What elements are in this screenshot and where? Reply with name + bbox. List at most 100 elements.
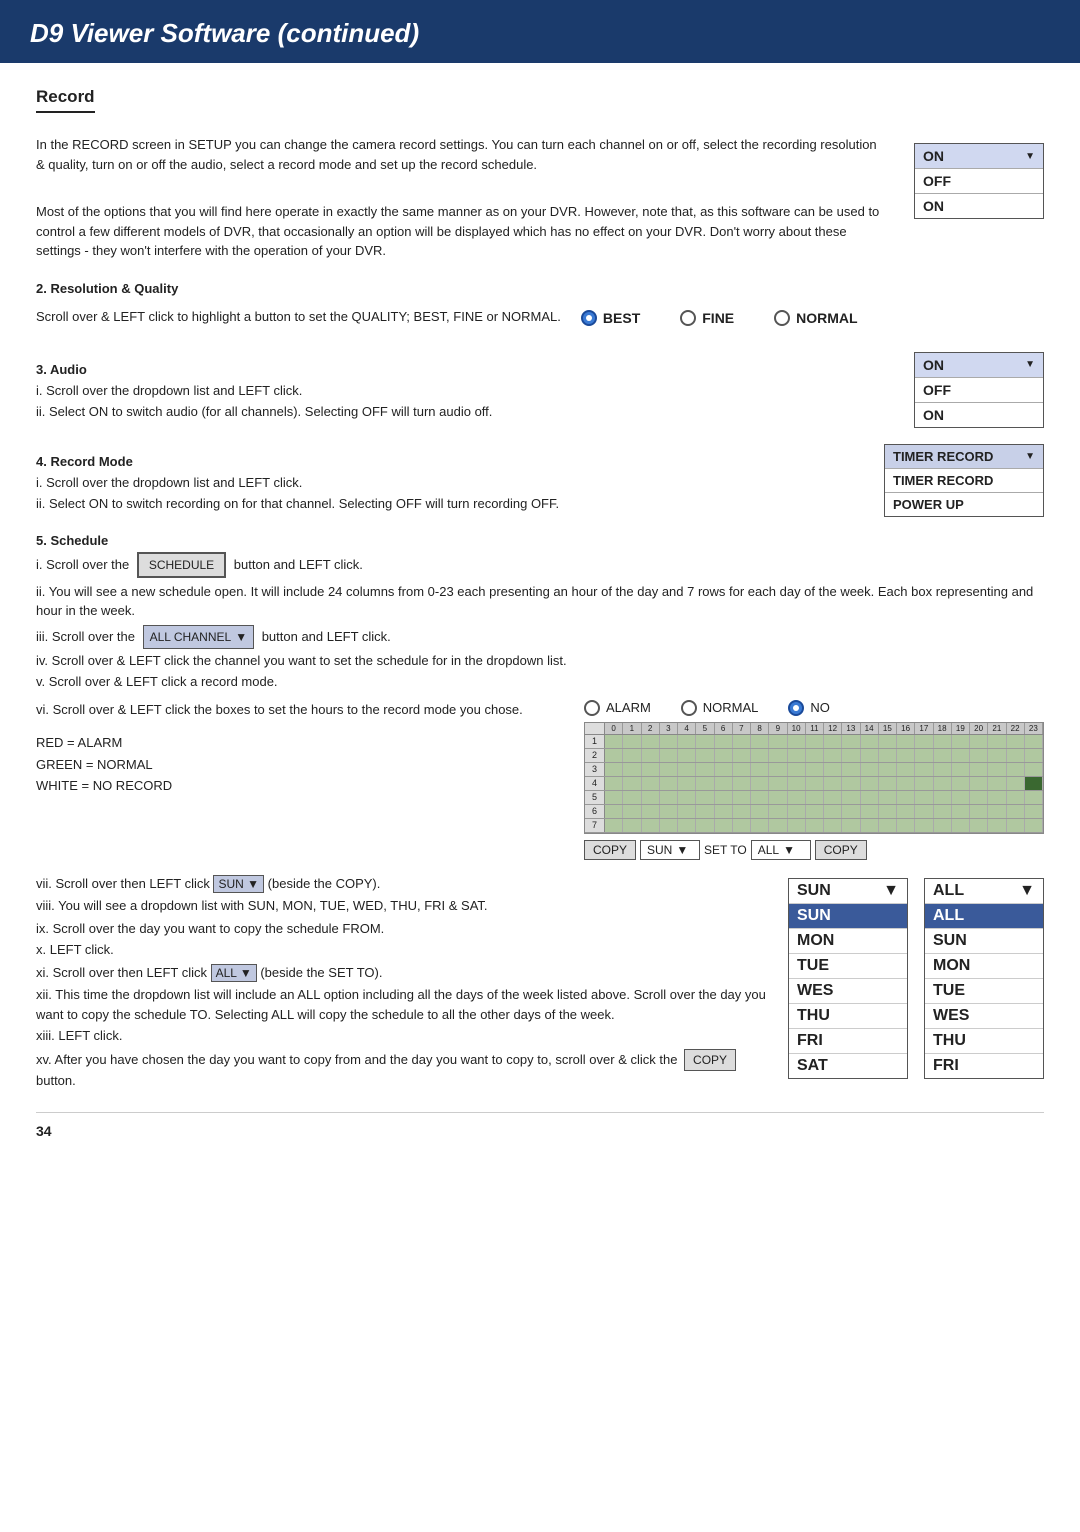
grid-row-2[interactable]: 2 [585,749,1043,763]
page-content: Record In the RECORD screen in SETUP you… [0,63,1080,1169]
hour-20: 20 [970,723,988,734]
quality-best[interactable]: BEST [581,310,640,326]
dropdown-item-on2-1[interactable]: ON [915,194,1043,218]
hour-18: 18 [934,723,952,734]
step5-vii: vii. Scroll over then LEFT click SUN ▼ (… [36,874,768,894]
audio-dropdown[interactable]: ON ▼ OFF ON [914,352,1044,428]
radio-alarm[interactable] [584,700,600,716]
radio-best[interactable] [581,310,597,326]
grid-row-4[interactable]: 4 [585,777,1043,791]
hour-19: 19 [952,723,970,734]
all-select[interactable]: ALL ▼ [751,840,811,860]
step2-text: Scroll over & LEFT click to highlight a … [36,307,561,327]
radio-normal-sched[interactable] [681,700,697,716]
step3-i: i. Scroll over the dropdown list and LEF… [36,381,884,401]
power-up-item[interactable]: POWER UP [885,493,1043,516]
page-number: 34 [36,1112,1044,1139]
step5-xii: xii. This time the dropdown list will in… [36,985,768,1024]
hour-9: 9 [769,723,787,734]
sun-mon[interactable]: MON [789,929,907,954]
hour-23: 23 [1025,723,1043,734]
audio-on[interactable]: ON ▼ [915,353,1043,378]
all-dd-header[interactable]: ALL ▼ [925,879,1043,904]
radio-no[interactable] [788,700,804,716]
quality-options: BEST FINE NORMAL [581,310,858,326]
intro-text-2: Most of the options that you will find h… [36,202,884,261]
hour-15: 15 [879,723,897,734]
all-inline-arrow: ▼ [240,966,252,980]
copy-btn-inline[interactable]: COPY [684,1049,736,1071]
no-option[interactable]: NO [788,700,830,716]
all-channel-arrow: ▼ [235,628,247,646]
schedule-grid-area: ALARM NORMAL NO 0 1 [584,700,1044,860]
step5-viii: viii. You will see a dropdown list with … [36,896,768,916]
timer-record-item2[interactable]: TIMER RECORD [885,469,1043,493]
all-sun[interactable]: SUN [925,929,1043,954]
all-selected[interactable]: ALL [925,904,1043,929]
on-off-dropdown-1[interactable]: ON ▼ OFF ON [914,143,1044,219]
record-mode-dropdown[interactable]: TIMER RECORD ▼ TIMER RECORD POWER UP [884,444,1044,517]
page-title: D9 Viewer Software (continued) [30,18,1050,49]
page-header: D9 Viewer Software (continued) [0,0,1080,63]
hour-8: 8 [751,723,769,734]
radio-fine[interactable] [680,310,696,326]
sun-arrow: ▼ [676,843,688,857]
all-wes[interactable]: WES [925,1004,1043,1029]
step5-v: v. Scroll over & LEFT click a record mod… [36,672,1044,692]
all-dropdown[interactable]: ALL ▼ ALL SUN MON TUE WES THU FRI [924,878,1044,1079]
step2-label: 2. Resolution & Quality [36,281,1044,296]
grid-row-5[interactable]: 5 [585,791,1043,805]
copy-button[interactable]: COPY [584,840,636,860]
dropdown-item-on-1[interactable]: ON ▼ [915,144,1043,169]
step4-label: 4. Record Mode [36,454,854,469]
record-section-title: Record [36,87,95,113]
all-mon[interactable]: MON [925,954,1043,979]
dropdown-item-off-1[interactable]: OFF [915,169,1043,194]
audio-on2[interactable]: ON [915,403,1043,427]
hour-2: 2 [642,723,660,734]
sun-inline[interactable]: SUN ▼ [213,875,264,893]
timer-record-arrow: ▼ [1025,451,1035,462]
all-dd-arrow: ▼ [1019,882,1035,900]
sun-tue[interactable]: TUE [789,954,907,979]
step3-ii: ii. Select ON to switch audio (for all c… [36,402,884,422]
sun-sat[interactable]: SAT [789,1054,907,1078]
schedule-grid[interactable]: 0 1 2 3 4 5 6 7 8 9 10 11 12 13 [584,722,1044,834]
sun-dropdown[interactable]: SUN ▼ SUN MON TUE WES THU FRI SAT [788,878,908,1079]
quality-best-label: BEST [603,310,640,326]
audio-off[interactable]: OFF [915,378,1043,403]
grid-row-1[interactable]: 1 [585,735,1043,749]
all-fri[interactable]: FRI [925,1054,1043,1078]
sun-thu[interactable]: THU [789,1004,907,1029]
timer-record-item[interactable]: TIMER RECORD ▼ [885,445,1043,469]
normal-option[interactable]: NORMAL [681,700,759,716]
hour-4: 4 [678,723,696,734]
hour-0: 0 [605,723,623,734]
all-tue[interactable]: TUE [925,979,1043,1004]
radio-normal[interactable] [774,310,790,326]
all-inline[interactable]: ALL ▼ [211,964,257,982]
step5-xv: xv. After you have chosen the day you wa… [36,1049,768,1091]
grid-row-7[interactable]: 7 [585,819,1043,833]
sun-dd-header[interactable]: SUN ▼ [789,879,907,904]
hour-1: 1 [623,723,641,734]
alarm-label: ALARM [606,700,651,715]
grid-row-3[interactable]: 3 [585,763,1043,777]
sun-fri[interactable]: FRI [789,1029,907,1054]
quality-normal[interactable]: NORMAL [774,310,857,326]
legend-white: WHITE = NO RECORD [36,776,564,796]
sun-selected[interactable]: SUN [789,904,907,929]
sun-wes[interactable]: WES [789,979,907,1004]
all-thu[interactable]: THU [925,1029,1043,1054]
audio-arrow: ▼ [1025,359,1035,370]
schedule-button[interactable]: SCHEDULE [137,552,226,578]
all-channel-button[interactable]: ALL CHANNEL ▼ [143,625,254,649]
legend-green: GREEN = NORMAL [36,755,564,775]
quality-fine[interactable]: FINE [680,310,734,326]
step5-iii: iii. Scroll over the ALL CHANNEL ▼ butto… [36,625,1044,649]
grid-row-6[interactable]: 6 [585,805,1043,819]
alarm-option[interactable]: ALARM [584,700,651,716]
copy-button-2[interactable]: COPY [815,840,867,860]
sun-select[interactable]: SUN ▼ [640,840,700,860]
hour-7: 7 [733,723,751,734]
